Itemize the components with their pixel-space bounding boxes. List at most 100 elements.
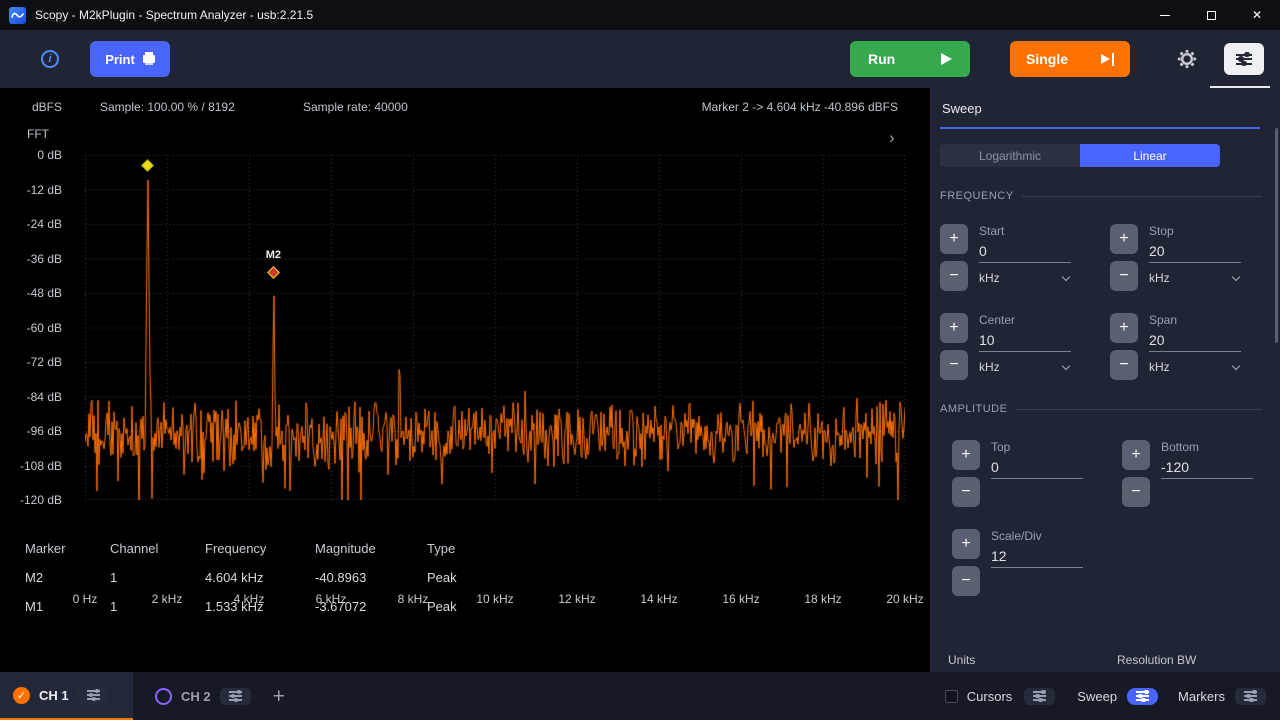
x-axis-tick: 12 kHz (547, 592, 607, 606)
x-axis-tick: 18 kHz (793, 592, 853, 606)
chevron-down-icon (1232, 361, 1240, 369)
play-icon (1101, 54, 1110, 64)
top-stepper: + − (952, 440, 980, 507)
top-field-body: Top 0 (991, 440, 1083, 507)
cursors-checkbox[interactable] (945, 690, 958, 703)
sliders-icon (1244, 691, 1257, 701)
stop-value-input[interactable]: 20 (1149, 238, 1241, 263)
resolution-bw-label: Resolution BW (1117, 653, 1196, 667)
play-icon (941, 53, 952, 65)
close-button[interactable]: ✕ (1234, 0, 1280, 30)
run-button[interactable]: Run (850, 41, 970, 77)
scale-div-label: Scale/Div (991, 529, 1083, 543)
y-axis-tick: -108 dB (0, 459, 62, 473)
top-increment-button[interactable]: + (952, 440, 980, 470)
single-button-label: Single (1026, 51, 1068, 67)
marker-table: MarkerChannelFrequencyMagnitudeTypeM214.… (25, 534, 497, 621)
y-axis-tick: -12 dB (0, 183, 62, 197)
y-axis-tick: -72 dB (0, 355, 62, 369)
panel-scrollbar[interactable] (1275, 128, 1278, 343)
channel-1-settings-button[interactable] (78, 687, 109, 704)
print-button[interactable]: Print (90, 41, 170, 77)
panel-toggle-button[interactable] (1224, 43, 1264, 75)
center-decrement-button[interactable]: − (940, 350, 968, 380)
logarithmic-toggle[interactable]: Logarithmic (940, 144, 1080, 167)
marker-table-row: M214.604 kHz-40.8963Peak (25, 563, 497, 592)
minimize-button[interactable] (1142, 0, 1188, 30)
bottom-value-input[interactable]: -120 (1161, 454, 1253, 479)
scale-div-increment-button[interactable]: + (952, 529, 980, 559)
preferences-gear-button[interactable] (1176, 48, 1198, 70)
span-value-input[interactable]: 20 (1149, 327, 1241, 352)
center-increment-button[interactable]: + (940, 313, 968, 343)
linear-toggle[interactable]: Linear (1080, 144, 1220, 167)
bottom-label: Bottom (1161, 440, 1253, 454)
marker-table-cell: M2 (25, 570, 110, 585)
panel-title: Sweep (940, 101, 1262, 116)
cursors-label: Cursors (967, 689, 1013, 704)
marker-readout: Marker 2 -> 4.604 kHz -40.896 dBFS (702, 100, 898, 114)
markers-settings-button[interactable] (1235, 688, 1266, 705)
cursors-settings-button[interactable] (1024, 688, 1055, 705)
bottom-stepper: + − (1122, 440, 1150, 507)
top-decrement-button[interactable]: − (952, 477, 980, 507)
marker-m2-label: M2 (266, 249, 281, 261)
top-value-input[interactable]: 0 (991, 454, 1083, 479)
minimize-icon (1160, 15, 1170, 16)
span-increment-button[interactable]: + (1110, 313, 1138, 343)
marker-table-row: M111.533 kHz-3.67072Peak (25, 592, 497, 621)
channel-2-settings-button[interactable] (220, 688, 251, 705)
scopy-logo-icon (9, 7, 26, 24)
scale-div-decrement-button[interactable]: − (952, 566, 980, 596)
spectrum-canvas[interactable] (85, 155, 905, 500)
center-field-body: Center 10 kHz (979, 313, 1071, 380)
add-channel-button[interactable]: + (273, 686, 285, 707)
units-label: Units (948, 653, 975, 667)
marker-table-cell: 1 (110, 570, 205, 585)
channel-2-disabled-icon[interactable] (155, 688, 172, 705)
sliders-icon (1136, 691, 1149, 701)
span-stepper: + − (1110, 313, 1138, 380)
scale-div-field-group: + − Scale/Div 12 (952, 529, 1122, 596)
maximize-icon (1207, 11, 1216, 20)
start-decrement-button[interactable]: − (940, 261, 968, 291)
bottom-decrement-button[interactable]: − (1122, 477, 1150, 507)
x-axis-tick: 16 kHz (711, 592, 771, 606)
stop-unit-select[interactable]: kHz (1149, 263, 1241, 285)
single-button[interactable]: Single (1010, 41, 1130, 77)
section-rule (1022, 196, 1262, 197)
print-button-label: Print (105, 52, 135, 67)
marker-table-cell: Peak (427, 599, 497, 614)
skip-to-end-icon (1101, 53, 1115, 66)
channel-2-tab[interactable]: CH 2 (155, 672, 251, 720)
stop-field-body: Stop 20 kHz (1149, 224, 1241, 291)
window-controls: ✕ (1142, 0, 1280, 30)
center-unit-select[interactable]: kHz (979, 352, 1071, 374)
info-button[interactable]: i (30, 42, 70, 76)
stop-stepper: + − (1110, 224, 1138, 291)
channel-1-enabled-icon[interactable]: ✓ (13, 687, 30, 704)
center-value-input[interactable]: 10 (979, 327, 1071, 352)
stop-decrement-button[interactable]: − (1110, 261, 1138, 291)
start-field-body: Start 0 kHz (979, 224, 1071, 291)
maximize-button[interactable] (1188, 0, 1234, 30)
scale-div-value-input[interactable]: 12 (991, 543, 1083, 568)
bottom-increment-button[interactable]: + (1122, 440, 1150, 470)
printer-icon (143, 55, 155, 63)
span-unit-select[interactable]: kHz (1149, 352, 1241, 374)
scale-div-stepper: + − (952, 529, 980, 596)
marker-table-cell: Peak (427, 570, 497, 585)
start-increment-button[interactable]: + (940, 224, 968, 254)
span-decrement-button[interactable]: − (1110, 350, 1138, 380)
marker-table-cell: Frequency (205, 541, 315, 556)
start-value-input[interactable]: 0 (979, 238, 1071, 263)
stop-increment-button[interactable]: + (1110, 224, 1138, 254)
sweep-settings-button[interactable] (1127, 688, 1158, 705)
top-field-group: + − Top 0 (952, 440, 1122, 507)
collapse-panel-chevron-icon[interactable]: › (889, 128, 895, 148)
bottom-field-group: + − Bottom -120 (1122, 440, 1272, 507)
chevron-down-icon (1232, 272, 1240, 280)
start-unit-select[interactable]: kHz (979, 263, 1071, 285)
channel-1-tab[interactable]: ✓ CH 1 (0, 672, 133, 720)
title-bar: Scopy - M2kPlugin - Spectrum Analyzer - … (0, 0, 1280, 30)
